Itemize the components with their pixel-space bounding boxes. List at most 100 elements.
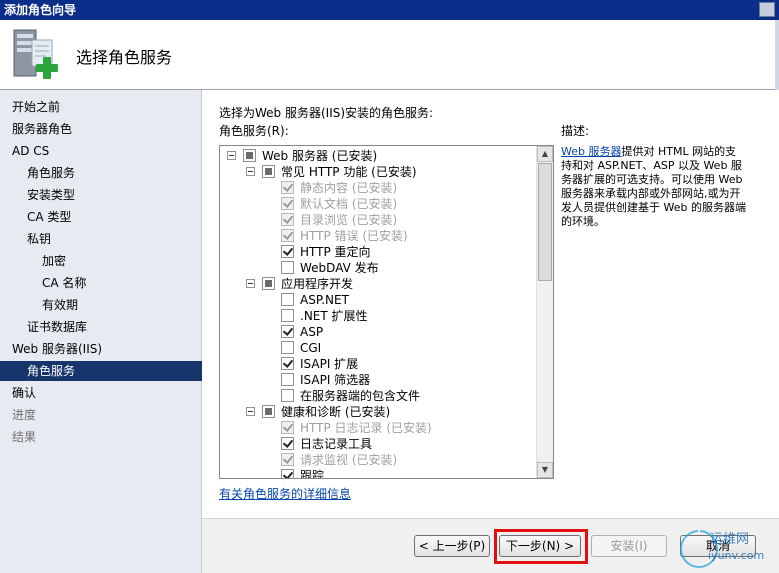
sidebar-item-server-roles[interactable]: 服务器角色 xyxy=(0,119,213,139)
tree-item-tracing[interactable]: 跟踪 xyxy=(220,468,538,479)
role-services-label: 角色服务(R): xyxy=(219,124,289,138)
main-content: 选择为Web 服务器(IIS)安装的角色服务: 角色服务(R): Web 服务器… xyxy=(202,90,779,518)
checkbox-isapi-filters[interactable] xyxy=(281,373,294,386)
checkbox-isapi-extensions[interactable] xyxy=(281,357,294,370)
sidebar-item-private-key[interactable]: 私钥 xyxy=(0,229,228,249)
checkbox-default-document xyxy=(281,197,294,210)
tree-item-label: 默认文档 (已安装) xyxy=(300,197,398,211)
tree-item-label: Web 服务器 (已安装) xyxy=(262,149,378,163)
collapse-icon[interactable] xyxy=(246,167,255,176)
close-button[interactable] xyxy=(759,2,775,17)
checkbox-logging-tools[interactable] xyxy=(281,437,294,450)
tree-item-asp[interactable]: ASP xyxy=(220,324,538,340)
collapse-icon[interactable] xyxy=(246,279,255,288)
tree-item-label: ASP xyxy=(300,325,324,339)
sidebar-item-label: 角色服务 xyxy=(27,166,76,180)
checkbox-net-extensibility[interactable] xyxy=(281,309,294,322)
tree-item-label: 常见 HTTP 功能 (已安装) xyxy=(281,165,417,179)
collapse-icon[interactable] xyxy=(246,407,255,416)
tree-item-isapi-extensions[interactable]: ISAPI 扩展 xyxy=(220,356,538,372)
sidebar-item-label: 私钥 xyxy=(27,232,52,246)
sidebar-item-label: AD CS xyxy=(12,144,50,158)
header-edge xyxy=(775,20,779,90)
tree-item-web-server[interactable]: Web 服务器 (已安装) xyxy=(220,148,538,164)
scroll-thumb[interactable] xyxy=(538,163,552,281)
sidebar-item-web-server-iis[interactable]: Web 服务器(IIS) xyxy=(0,339,213,359)
watermark-text-en: iyunv.com xyxy=(708,549,764,562)
wizard-footer: < 上一步(P) 下一步(N) > 安装(I) 取消 运维网 iyunv.com xyxy=(202,518,779,573)
window-title: 添加角色向导 xyxy=(4,3,77,17)
instruction-text: 选择为Web 服务器(IIS)安装的角色服务: xyxy=(219,106,434,120)
checkbox-webdav[interactable] xyxy=(281,261,294,274)
tree-item-cgi[interactable]: CGI xyxy=(220,340,538,356)
checkbox-http-errors xyxy=(281,229,294,242)
sidebar-item-label: 证书数据库 xyxy=(27,320,88,334)
more-info-link[interactable]: 有关角色服务的详细信息 xyxy=(219,485,351,502)
scroll-up-icon[interactable]: ▲ xyxy=(537,146,553,162)
tree-item-net-extensibility[interactable]: .NET 扩展性 xyxy=(220,308,538,324)
checkbox-http-logging xyxy=(281,421,294,434)
tree-item-label: 应用程序开发 xyxy=(281,277,354,291)
role-services-tree[interactable]: Web 服务器 (已安装) 常见 HTTP 功能 (已安装) 静态内容 (已安装… xyxy=(219,145,554,479)
checkbox-asp[interactable] xyxy=(281,325,294,338)
tree-item-webdav[interactable]: WebDAV 发布 xyxy=(220,260,538,276)
tree-item-label: 静态内容 (已安装) xyxy=(300,181,398,195)
sidebar-item-before-you-begin[interactable]: 开始之前 xyxy=(0,97,213,117)
tree-item-label: 请求监视 (已安装) xyxy=(300,453,398,467)
sidebar-item-progress: 进度 xyxy=(0,405,213,425)
sidebar-item-iis-role-services[interactable]: 角色服务 xyxy=(0,361,228,381)
checkbox-cgi[interactable] xyxy=(281,341,294,354)
checkbox-health-diagnostics[interactable] xyxy=(262,405,275,418)
checkbox-server-side-includes[interactable] xyxy=(281,389,294,402)
checkbox-aspnet[interactable] xyxy=(281,293,294,306)
tree-item-label: ISAPI 筛选器 xyxy=(300,373,371,387)
tree-item-isapi-filters[interactable]: ISAPI 筛选器 xyxy=(220,372,538,388)
previous-button[interactable]: < 上一步(P) xyxy=(414,535,490,557)
checkbox-web-server[interactable] xyxy=(243,149,256,162)
description-label: 描述: xyxy=(561,124,590,138)
tree-item-label: HTTP 重定向 xyxy=(300,245,371,259)
wizard-header: 选择角色服务 xyxy=(0,20,779,90)
sidebar-item-label: 确认 xyxy=(12,386,37,400)
tree-item-logging-tools[interactable]: 日志记录工具 xyxy=(220,436,538,452)
tree-item-label: HTTP 日志记录 (已安装) xyxy=(300,421,432,435)
checkbox-common-http[interactable] xyxy=(262,165,275,178)
sidebar-item-setup-type[interactable]: 安装类型 xyxy=(0,185,228,205)
tree-item-default-document: 默认文档 (已安装) xyxy=(220,196,538,212)
tree-item-label: 在服务器端的包含文件 xyxy=(300,389,421,403)
description-text: Web 服务器提供对 HTML 网站的支持和对 ASP.NET、ASP 以及 W… xyxy=(561,145,747,229)
scroll-down-icon[interactable]: ▼ xyxy=(537,462,553,478)
title-bar: 添加角色向导 xyxy=(0,0,779,20)
sidebar-item-label: 角色服务 xyxy=(27,364,76,378)
tree-scrollbar[interactable]: ▲ ▼ xyxy=(536,146,553,478)
tree-item-label: ASP.NET xyxy=(300,293,349,307)
tree-item-label: .NET 扩展性 xyxy=(300,309,368,323)
tree-item-directory-browsing: 目录浏览 (已安装) xyxy=(220,212,538,228)
checkbox-http-redirection[interactable] xyxy=(281,245,294,258)
sidebar-item-label: 服务器角色 xyxy=(12,122,73,136)
sidebar-item-label: 开始之前 xyxy=(12,100,61,114)
sidebar-item-ca-type[interactable]: CA 类型 xyxy=(0,207,228,227)
tree-item-aspnet[interactable]: ASP.NET xyxy=(220,292,538,308)
tree-item-http-redirection[interactable]: HTTP 重定向 xyxy=(220,244,538,260)
sidebar-item-ad-cs-role-services[interactable]: 角色服务 xyxy=(0,163,228,183)
sidebar-item-certificate-database[interactable]: 证书数据库 xyxy=(0,317,228,337)
tree-item-static-content: 静态内容 (已安装) xyxy=(220,180,538,196)
sidebar-item-confirmation[interactable]: 确认 xyxy=(0,383,213,403)
sidebar-item-label: 结果 xyxy=(12,430,37,444)
sidebar-item-ad-cs[interactable]: AD CS xyxy=(0,141,213,161)
collapse-icon[interactable] xyxy=(227,151,236,160)
tree-item-label: WebDAV 发布 xyxy=(300,261,379,275)
checkbox-app-development[interactable] xyxy=(262,277,275,290)
tree-item-common-http[interactable]: 常见 HTTP 功能 (已安装) xyxy=(220,164,538,180)
tree-item-app-development[interactable]: 应用程序开发 xyxy=(220,276,538,292)
checkbox-tracing[interactable] xyxy=(281,469,294,478)
tree-item-health-diagnostics[interactable]: 健康和诊断 (已安装) xyxy=(220,404,538,420)
tree-item-http-errors: HTTP 错误 (已安装) xyxy=(220,228,538,244)
tree-item-server-side-includes[interactable]: 在服务器端的包含文件 xyxy=(220,388,538,404)
tree-item-label: 跟踪 xyxy=(300,469,325,479)
web-server-link[interactable]: Web 服务器 xyxy=(561,145,621,158)
checkbox-static-content xyxy=(281,181,294,194)
watermark-text-cn: 运维网 xyxy=(710,532,749,547)
sidebar-item-label: 进度 xyxy=(12,408,37,422)
